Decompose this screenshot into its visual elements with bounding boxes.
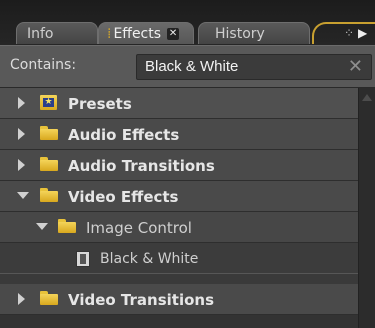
tree-item-label: Audio Effects — [68, 126, 180, 144]
scroll-up-icon[interactable] — [362, 94, 372, 101]
tab-info[interactable]: Info — [16, 22, 98, 44]
clear-icon[interactable]: ✕ — [348, 56, 363, 77]
chevron-down-icon[interactable] — [17, 192, 29, 199]
folder-icon — [58, 219, 76, 233]
chevron-right-icon[interactable] — [18, 128, 25, 140]
tab-effects-label: Effects — [113, 26, 162, 42]
panel-tab-bar: Info ⁞ Effects ✕ History ⁘ ▶ — [0, 0, 375, 45]
video-effect-icon — [76, 251, 90, 267]
effects-tree: ★ Presets Audio Effects Audio Transition… — [0, 88, 358, 328]
tree-item-audio-effects[interactable]: Audio Effects — [0, 119, 358, 150]
tab-grip-icon[interactable]: ⁞ — [107, 26, 111, 42]
search-label: Contains: — [10, 57, 77, 73]
tree-item-label: Video Transitions — [68, 291, 215, 309]
tree-item-audio-transitions[interactable]: Audio Transitions — [0, 150, 358, 181]
tree-empty-space — [0, 315, 358, 328]
folder-icon — [40, 291, 58, 305]
tab-info-label: Info — [27, 26, 54, 42]
folder-icon — [40, 188, 58, 202]
tree-item-image-control[interactable]: Image Control — [0, 212, 358, 243]
tree-item-label: Audio Transitions — [68, 157, 215, 175]
chevron-right-icon[interactable] — [18, 159, 25, 171]
tab-history[interactable]: History — [198, 22, 310, 44]
folder-icon — [40, 126, 58, 140]
tree-item-label: Image Control — [86, 219, 192, 237]
search-bar: Contains: Black & White ✕ — [0, 45, 375, 87]
tree-item-black-white[interactable]: Black & White — [0, 243, 358, 274]
tree-item-label: Presets — [68, 95, 132, 113]
tree-item-presets[interactable]: ★ Presets — [0, 88, 358, 119]
tree-item-label: Black & White — [100, 251, 199, 267]
grip-icon[interactable]: ⁘ — [344, 26, 358, 40]
chevron-right-icon[interactable] — [18, 97, 25, 109]
tree-item-label: Video Effects — [68, 188, 179, 206]
search-input[interactable]: Black & White ✕ — [136, 54, 372, 80]
panel-menu-icon[interactable]: ▶ — [358, 26, 370, 40]
tree-item-video-effects[interactable]: Video Effects — [0, 181, 358, 212]
close-icon[interactable]: ✕ — [167, 28, 180, 40]
tab-history-label: History — [215, 26, 265, 42]
vertical-scrollbar[interactable] — [358, 88, 375, 328]
chevron-down-icon[interactable] — [36, 223, 48, 230]
tab-effects[interactable]: ⁞ Effects ✕ — [98, 22, 194, 44]
tree-item-video-transitions[interactable]: Video Transitions — [0, 284, 358, 315]
folder-icon — [40, 157, 58, 171]
search-input-value: Black & White — [145, 58, 239, 75]
chevron-right-icon[interactable] — [18, 293, 25, 305]
presets-icon: ★ — [40, 95, 57, 110]
